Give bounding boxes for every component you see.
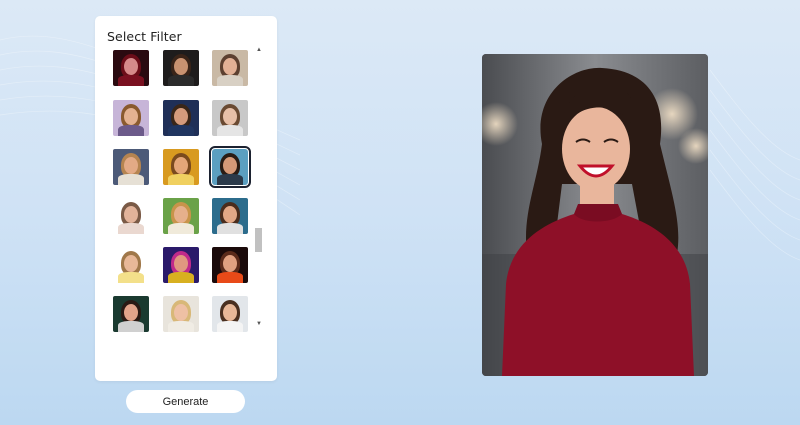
filter-thumbnail[interactable]	[113, 296, 149, 332]
thumbnail-face	[223, 108, 237, 125]
thumbnail-face	[174, 157, 188, 174]
thumbnail-body	[217, 272, 243, 283]
thumbnail-face	[174, 304, 188, 321]
thumbnail-body	[118, 223, 144, 234]
filter-thumbnail[interactable]	[113, 198, 149, 234]
scrollbar-thumb[interactable]	[255, 228, 262, 253]
filter-thumbnail[interactable]	[113, 50, 149, 86]
thumbnail-face	[124, 255, 138, 272]
thumbnail-face	[124, 157, 138, 174]
filter-thumbnail[interactable]	[113, 149, 149, 185]
thumbnail-body	[118, 174, 144, 185]
filter-thumbnail[interactable]	[212, 100, 248, 136]
thumbnail-body	[168, 223, 194, 234]
thumbnail-face	[223, 206, 237, 223]
thumbnail-face	[223, 304, 237, 321]
filter-thumbnail-grid	[113, 50, 251, 344]
thumbnail-body	[217, 174, 243, 185]
filter-thumbnail[interactable]	[163, 100, 199, 136]
thumbnail-face	[124, 108, 138, 125]
filter-thumbnail[interactable]	[113, 247, 149, 283]
thumbnail-body	[217, 75, 243, 86]
thumbnail-body	[118, 272, 144, 283]
thumbnail-body	[118, 321, 144, 332]
thumbnail-body	[168, 125, 194, 136]
filter-thumbnail[interactable]	[209, 146, 251, 188]
thumbnail-body	[217, 223, 243, 234]
filter-thumbnail[interactable]	[163, 198, 199, 234]
preview-photo-illustration	[482, 54, 708, 376]
thumbnail-body	[118, 75, 144, 86]
thumbnail-body	[168, 272, 194, 283]
thumbnail-body	[168, 75, 194, 86]
generate-button[interactable]: Generate	[126, 390, 245, 413]
thumbnail-body	[118, 125, 144, 136]
thumbnail-face	[124, 304, 138, 321]
thumbnail-body	[168, 321, 194, 332]
thumbnail-face	[174, 108, 188, 125]
thumbnail-face	[124, 58, 138, 75]
triangle-up-icon[interactable]: ▲	[255, 46, 263, 54]
filter-thumbnail[interactable]	[212, 50, 248, 86]
thumbnail-face	[124, 206, 138, 223]
thumbnail-face	[174, 206, 188, 223]
thumbnail-face	[174, 58, 188, 75]
filter-thumbnail[interactable]	[163, 50, 199, 86]
filter-selection-panel: Select Filter ▲ ▼	[95, 16, 277, 381]
panel-title: Select Filter	[107, 29, 182, 44]
triangle-down-icon[interactable]: ▼	[255, 320, 263, 328]
thumbnail-face	[174, 255, 188, 272]
filter-list-scrollbar[interactable]: ▲ ▼	[255, 46, 263, 328]
filter-thumbnail[interactable]	[212, 247, 248, 283]
thumbnail-face	[223, 58, 237, 75]
preview-image	[482, 54, 708, 376]
filter-thumbnail[interactable]	[163, 296, 199, 332]
filter-thumbnail[interactable]	[163, 247, 199, 283]
thumbnail-body	[168, 174, 194, 185]
thumbnail-body	[217, 125, 243, 136]
filter-thumbnail[interactable]	[113, 100, 149, 136]
filter-thumbnail[interactable]	[163, 149, 199, 185]
thumbnail-body	[217, 321, 243, 332]
filter-thumbnail[interactable]	[212, 198, 248, 234]
thumbnail-face	[223, 255, 237, 272]
filter-thumbnail[interactable]	[212, 296, 248, 332]
thumbnail-face	[223, 157, 237, 174]
